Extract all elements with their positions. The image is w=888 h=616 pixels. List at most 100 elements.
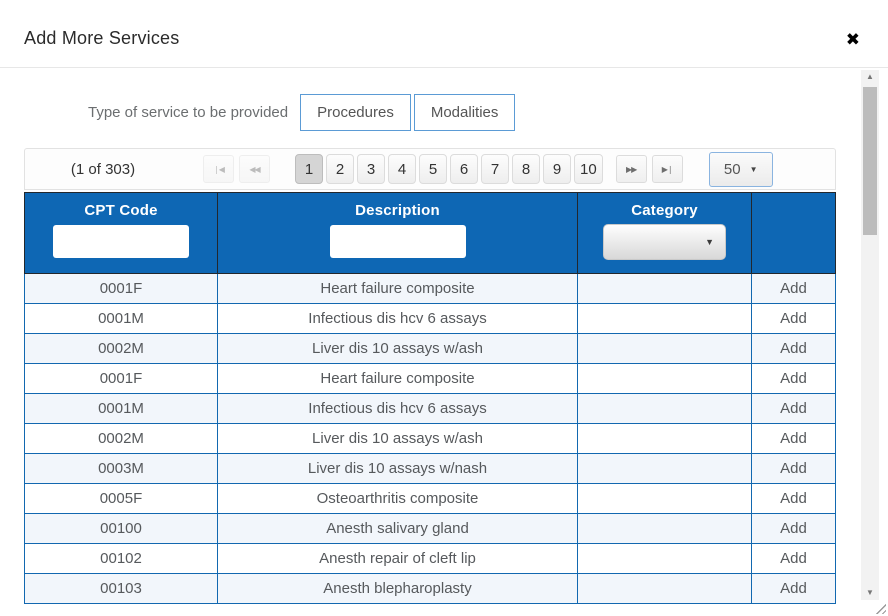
add-link[interactable]: Add — [752, 304, 835, 333]
scroll-down-icon[interactable]: ▼ — [861, 586, 879, 600]
column-header-category: Category — [631, 202, 698, 219]
add-link[interactable]: Add — [752, 394, 835, 423]
table-row: 0005FOsteoarthritis compositeAdd — [25, 484, 835, 514]
column-header-cpt-code: CPT Code — [84, 202, 157, 219]
add-link[interactable]: Add — [752, 544, 835, 573]
dialog-header: Add More Services ✖ — [0, 0, 888, 68]
cell-category — [578, 364, 752, 393]
cell-cpt-code: 0005F — [25, 484, 218, 513]
table-row: 0003MLiver dis 10 assays w/nash Add — [25, 454, 835, 484]
add-link[interactable]: Add — [752, 364, 835, 393]
modalities-button[interactable]: Modalities — [414, 94, 516, 131]
page-button-10[interactable]: 10 — [574, 154, 603, 184]
service-type-label: Type of service to be provided — [88, 104, 288, 121]
table-row: 0001FHeart failure composite Add — [25, 274, 835, 304]
scrollbar-thumb[interactable] — [863, 87, 877, 235]
page-button-1[interactable]: 1 — [295, 154, 323, 184]
cell-description: Heart failure composite — [218, 364, 578, 393]
cell-cpt-code: 0001F — [25, 274, 218, 303]
cell-cpt-code: 00103 — [25, 574, 218, 603]
first-page-icon: ❘◀ — [213, 165, 224, 174]
last-page-icon: ▶❘ — [662, 165, 673, 174]
cell-description: Anesth repair of cleft lip — [218, 544, 578, 573]
cell-description: Liver dis 10 assays w/nash — [218, 454, 578, 483]
first-page-button[interactable]: ❘◀ — [203, 155, 234, 183]
cell-category — [578, 574, 752, 603]
page-button-4[interactable]: 4 — [388, 154, 416, 184]
add-link[interactable]: Add — [752, 334, 835, 363]
cell-cpt-code: 0001M — [25, 304, 218, 333]
cell-cpt-code: 0001F — [25, 364, 218, 393]
scroll-up-icon[interactable]: ▲ — [861, 70, 879, 84]
cell-description: Anesth blepharoplasty — [218, 574, 578, 603]
add-link[interactable]: Add — [752, 274, 835, 303]
cpt-code-filter-input[interactable] — [53, 225, 189, 258]
description-filter-input[interactable] — [330, 225, 466, 258]
cell-category — [578, 484, 752, 513]
paginator: (1 of 303) ❘◀ ◀◀ 12345678910 ▶▶ ▶❘ 50 ▼ — [24, 148, 836, 190]
dialog-title: Add More Services — [24, 28, 179, 49]
caret-down-icon: ▼ — [705, 237, 714, 247]
cell-description: Infectious dis hcv 6 assays — [218, 394, 578, 423]
add-more-services-dialog: Add More Services ✖ Type of service to b… — [0, 0, 888, 68]
cell-category — [578, 334, 752, 363]
page-button-3[interactable]: 3 — [357, 154, 385, 184]
cell-cpt-code: 0003M — [25, 454, 218, 483]
cell-description: Liver dis 10 assays w/ash — [218, 334, 578, 363]
cell-category — [578, 514, 752, 543]
cell-category — [578, 274, 752, 303]
cell-category — [578, 424, 752, 453]
cell-category — [578, 544, 752, 573]
table-header: CPT Code Description Category ▼ — [24, 192, 836, 274]
next-page-icon: ▶▶ — [626, 165, 636, 174]
prev-page-icon: ◀◀ — [249, 165, 259, 174]
rows-per-page-select[interactable]: 50 ▼ — [709, 152, 773, 187]
paginator-current-text: (1 of 303) — [47, 161, 159, 178]
cell-category — [578, 304, 752, 333]
category-filter-select[interactable]: ▼ — [603, 224, 726, 260]
rows-per-page-value: 50 — [724, 161, 741, 178]
add-link[interactable]: Add — [752, 424, 835, 453]
next-page-button[interactable]: ▶▶ — [616, 155, 647, 183]
procedures-button[interactable]: Procedures — [300, 94, 411, 131]
cell-cpt-code: 0002M — [25, 424, 218, 453]
services-table: CPT Code Description Category ▼ 0001FHea… — [24, 192, 836, 604]
cell-cpt-code: 00102 — [25, 544, 218, 573]
cell-description: Heart failure composite — [218, 274, 578, 303]
cell-description: Liver dis 10 assays w/ash — [218, 424, 578, 453]
table-row: 00103Anesth blepharoplasty Add — [25, 574, 835, 604]
caret-down-icon: ▼ — [750, 165, 758, 174]
service-type-row: Type of service to be provided Procedure… — [0, 94, 518, 131]
table-row: 0002MLiver dis 10 assays w/ash Add — [25, 424, 835, 454]
vertical-scrollbar[interactable]: ▲ ▼ — [861, 70, 879, 600]
cell-category — [578, 454, 752, 483]
close-icon[interactable]: ✖ — [846, 31, 860, 48]
page-button-6[interactable]: 6 — [450, 154, 478, 184]
dialog-body: Type of service to be provided Procedure… — [0, 69, 888, 616]
cell-description: Anesth salivary gland — [218, 514, 578, 543]
paginator-pages: 12345678910 — [295, 154, 603, 184]
cell-description: Infectious dis hcv 6 assays — [218, 304, 578, 333]
table-row: 00100Anesth salivary gland Add — [25, 514, 835, 544]
add-link[interactable]: Add — [752, 574, 835, 603]
table-row: 0001MInfectious dis hcv 6 assays Add — [25, 304, 835, 334]
column-add — [752, 193, 835, 273]
page-button-9[interactable]: 9 — [543, 154, 571, 184]
last-page-button[interactable]: ▶❘ — [652, 155, 683, 183]
add-link[interactable]: Add — [752, 514, 835, 543]
cell-cpt-code: 0001M — [25, 394, 218, 423]
page-button-5[interactable]: 5 — [419, 154, 447, 184]
table-row: 0001FHeart failure composite Add — [25, 364, 835, 394]
column-cpt-code: CPT Code — [25, 193, 218, 273]
page-button-8[interactable]: 8 — [512, 154, 540, 184]
table-body: 0001FHeart failure compositeAdd0001MInfe… — [24, 274, 836, 604]
add-link[interactable]: Add — [752, 454, 835, 483]
table-row: 00102Anesth repair of cleft lip Add — [25, 544, 835, 574]
prev-page-button[interactable]: ◀◀ — [239, 155, 270, 183]
page-button-7[interactable]: 7 — [481, 154, 509, 184]
page-button-2[interactable]: 2 — [326, 154, 354, 184]
cell-cpt-code: 00100 — [25, 514, 218, 543]
column-description: Description — [218, 193, 578, 273]
add-link[interactable]: Add — [752, 484, 835, 513]
column-category: Category ▼ — [578, 193, 752, 273]
